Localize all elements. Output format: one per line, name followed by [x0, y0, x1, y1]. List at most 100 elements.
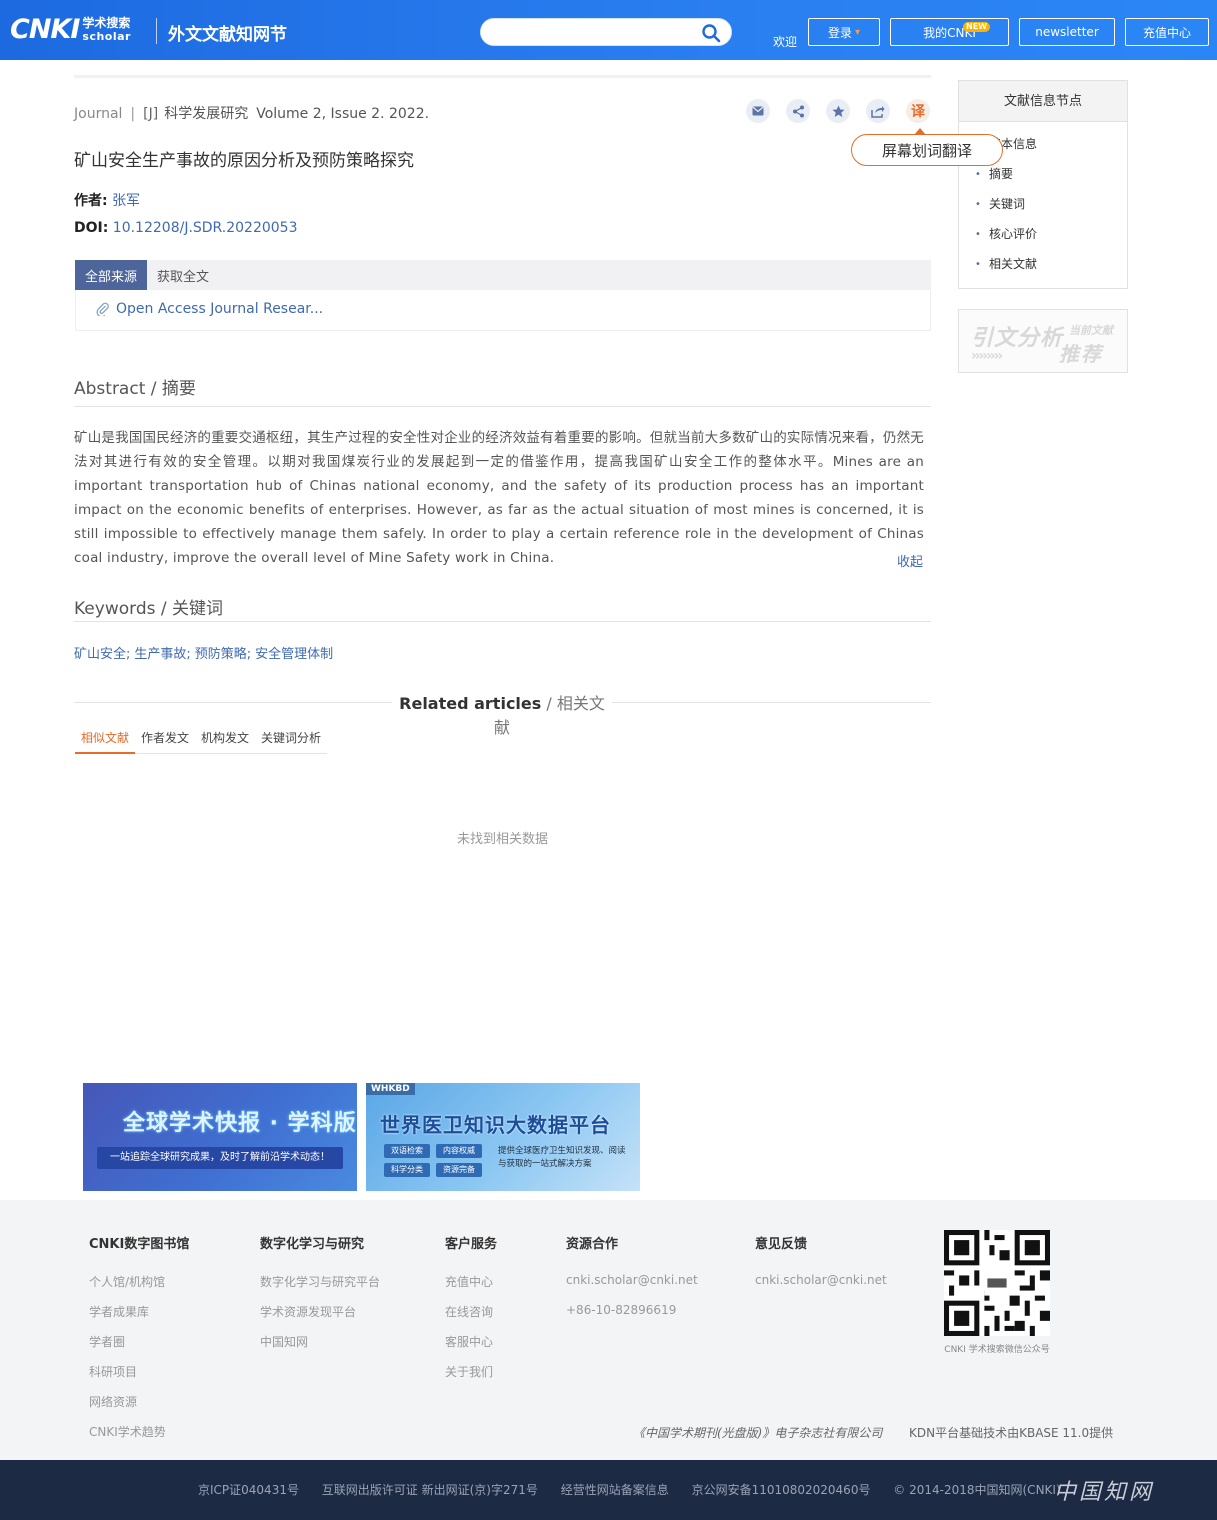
sidebar-item-label: 摘要 — [989, 167, 1014, 181]
article-meta: Journal | [J] 科学发展研究 Volume 2, Issue 2. 2022… — [74, 103, 429, 123]
info-node-title: 文献信息节点 — [959, 81, 1127, 122]
my-cnki-button[interactable]: 我的CNKI NEW — [890, 18, 1009, 46]
footer-link[interactable]: 在线咨询 — [445, 1303, 497, 1333]
license-item[interactable]: 互联网出版许可证 新出网证(京)字271号 — [322, 1483, 538, 1497]
citation-analysis-button[interactable]: 引文分析 当前文献 推荐 ›››››››› — [958, 309, 1128, 373]
kdn-note: KDN平台基础技术由KBASE 11.0提供 — [909, 1426, 1114, 1440]
source-tabs: 全部来源 获取全文 — [75, 260, 931, 290]
footer-link[interactable]: 学者圈 — [89, 1333, 189, 1363]
footer-link[interactable]: 数字化学习与研究平台 — [260, 1273, 380, 1303]
new-badge: NEW — [963, 22, 990, 32]
related-line-right — [612, 702, 931, 703]
license-item[interactable]: 京ICP证040431号 — [198, 1483, 299, 1497]
footer-link[interactable]: 关于我们 — [445, 1363, 497, 1393]
tab-all-sources[interactable]: 全部来源 — [75, 260, 148, 290]
footer-link[interactable]: CNKI学术趋势 — [89, 1423, 189, 1453]
sidebar-item-abstract[interactable]: • 摘要 — [975, 166, 1127, 196]
license-item[interactable]: 京公网安备11010802020460号 — [692, 1483, 871, 1497]
footer-col-title: CNKI数字图书馆 — [89, 1237, 190, 1252]
banner1-title: 全球学术快报 · 学科版 — [123, 1111, 357, 1136]
copyright: © 2014-2018中国知网(CNKI) — [893, 1483, 1061, 1497]
collapse-link[interactable]: 收起 — [897, 551, 923, 570]
doi-link[interactable]: 10.12208/J.SDR.20220053 — [113, 220, 298, 236]
translate-button[interactable]: 译 — [906, 99, 930, 123]
abstract-text: 矿山是我国国民经济的重要交通枢纽，其生产过程的安全性对企业的经济效益有着重要的影… — [74, 430, 924, 566]
cnki-logo[interactable]: CNKI 学术搜索 scholar — [10, 14, 131, 46]
footer-col-learning: 数字化学习与研究 数字化学习与研究平台 学术资源发现平台 中国知网 — [260, 1233, 380, 1363]
logo-divider — [156, 18, 157, 44]
keywords-heading-cn: 关键词 — [172, 599, 224, 619]
sidebar-item-related[interactable]: • 相关文献 — [975, 256, 1127, 286]
login-label: 登录 — [827, 25, 852, 40]
share-icon[interactable] — [786, 99, 810, 123]
footer-email[interactable]: cnki.scholar@cnki.net — [566, 1273, 698, 1303]
footer-link[interactable]: 客服中心 — [445, 1333, 497, 1363]
keywords-heading-en: Keywords — [74, 599, 156, 619]
footer-col-title: 意见反馈 — [755, 1237, 808, 1252]
bullet-icon: • — [975, 199, 981, 210]
cnki-footer-logo: 中国知网 — [1054, 1480, 1155, 1505]
sidebar-item-core-eval[interactable]: • 核心评价 — [975, 226, 1127, 256]
footer-link[interactable]: 个人馆/机构馆 — [89, 1273, 189, 1303]
tab-keyword-analysis[interactable]: 关键词分析 — [255, 728, 327, 753]
search-icon[interactable] — [701, 23, 721, 43]
tab-get-fulltext[interactable]: 获取全文 — [147, 260, 219, 290]
login-button[interactable]: 登录 ▾ — [808, 18, 880, 46]
recharge-button[interactable]: 充值中心 — [1125, 18, 1209, 46]
newsletter-button[interactable]: newsletter — [1019, 18, 1115, 46]
article-tools: 译 — [746, 99, 930, 123]
related-tabs: 相似文献 作者发文 机构发文 关键词分析 — [75, 728, 328, 754]
related-title-en: Related articles — [399, 694, 542, 713]
license-item[interactable]: 经营性网站备案信息 — [561, 1483, 669, 1497]
cite-small-text: 当前文献 — [1069, 324, 1113, 337]
footer-col-title: 客户服务 — [445, 1237, 498, 1252]
footer-link[interactable]: 学术资源发现平台 — [260, 1303, 380, 1333]
star-icon[interactable] — [826, 99, 850, 123]
abstract-heading-sep: / — [145, 379, 162, 399]
abstract-heading-cn: 摘要 — [161, 379, 196, 399]
author-link[interactable]: 张军 — [112, 193, 140, 209]
site-name: 外文文献知网节 — [168, 25, 287, 45]
keywords-heading: Keywords / 关键词 — [74, 594, 223, 619]
sidebar-item-keywords[interactable]: • 关键词 — [975, 196, 1127, 226]
publisher-note: 《中国学术期刊(光盘版)》电子杂志社有限公司 — [633, 1426, 883, 1440]
meta-separator: | — [130, 106, 136, 122]
footer-col-cooperation: 资源合作 cnki.scholar@cnki.net +86-10-828966… — [566, 1233, 698, 1333]
footer-link[interactable]: 学者成果库 — [89, 1303, 189, 1333]
cite-rec-text: 推荐 — [1059, 342, 1103, 366]
export-icon[interactable] — [866, 99, 890, 123]
paperclip-icon — [96, 302, 109, 316]
footer-email[interactable]: cnki.scholar@cnki.net — [755, 1273, 887, 1303]
tab-institution-papers[interactable]: 机构发文 — [195, 728, 255, 753]
keyword-link[interactable]: 矿山安全; — [74, 643, 130, 662]
banner-academic-news[interactable]: 全球学术快报 · 学科版 一站追踪全球研究成果，及时了解前沿学术动态！ — [83, 1083, 357, 1191]
translate-tooltip[interactable]: 屏幕划词翻译 — [851, 128, 1003, 166]
source-link[interactable]: Open Access Journal Resear... — [96, 301, 323, 317]
sidebar-item-label: 相关文献 — [989, 257, 1038, 271]
sidebar-item-label: 关键词 — [989, 197, 1026, 211]
tab-author-papers[interactable]: 作者发文 — [135, 728, 195, 753]
banner-medical-platform[interactable]: WHKBD 世界医卫知识大数据平台 双语检索 内容权威 科学分类 资源完备 提供… — [366, 1083, 640, 1191]
related-title: Related articles / 相关文献 — [394, 690, 610, 738]
logo-subtext: 学术搜索 scholar — [82, 17, 131, 44]
related-title-sep: / — [541, 694, 557, 713]
article-volume: Volume 2, Issue 2. 2022. — [256, 106, 430, 122]
banner2-tag: WHKBD — [366, 1083, 415, 1095]
footer-col-title: 数字化学习与研究 — [260, 1237, 365, 1252]
banner2-chip: 科学分类 — [384, 1163, 430, 1177]
footer-link[interactable]: 充值中心 — [445, 1273, 497, 1303]
footer-link[interactable]: 中国知网 — [260, 1333, 380, 1363]
journal-link[interactable]: 科学发展研究 — [164, 106, 248, 122]
footer-link[interactable]: 网络资源 — [89, 1393, 189, 1423]
top-header: CNKI 学术搜索 scholar 外文文献知网节 欢迎 登录 ▾ 我的CNKI… — [0, 0, 1217, 60]
keyword-link[interactable]: 生产事故; — [134, 643, 190, 662]
search-input[interactable] — [493, 19, 703, 45]
author-label: 作者: — [74, 193, 108, 209]
footer-link[interactable]: 科研项目 — [89, 1363, 189, 1393]
qr-code-icon — [944, 1230, 1050, 1336]
keyword-link[interactable]: 预防策略; — [195, 643, 251, 662]
tab-similar[interactable]: 相似文献 — [75, 728, 136, 754]
sidebar-item-label: 核心评价 — [989, 227, 1038, 241]
keyword-link[interactable]: 安全管理体制 — [255, 643, 333, 662]
email-icon[interactable] — [746, 99, 770, 123]
